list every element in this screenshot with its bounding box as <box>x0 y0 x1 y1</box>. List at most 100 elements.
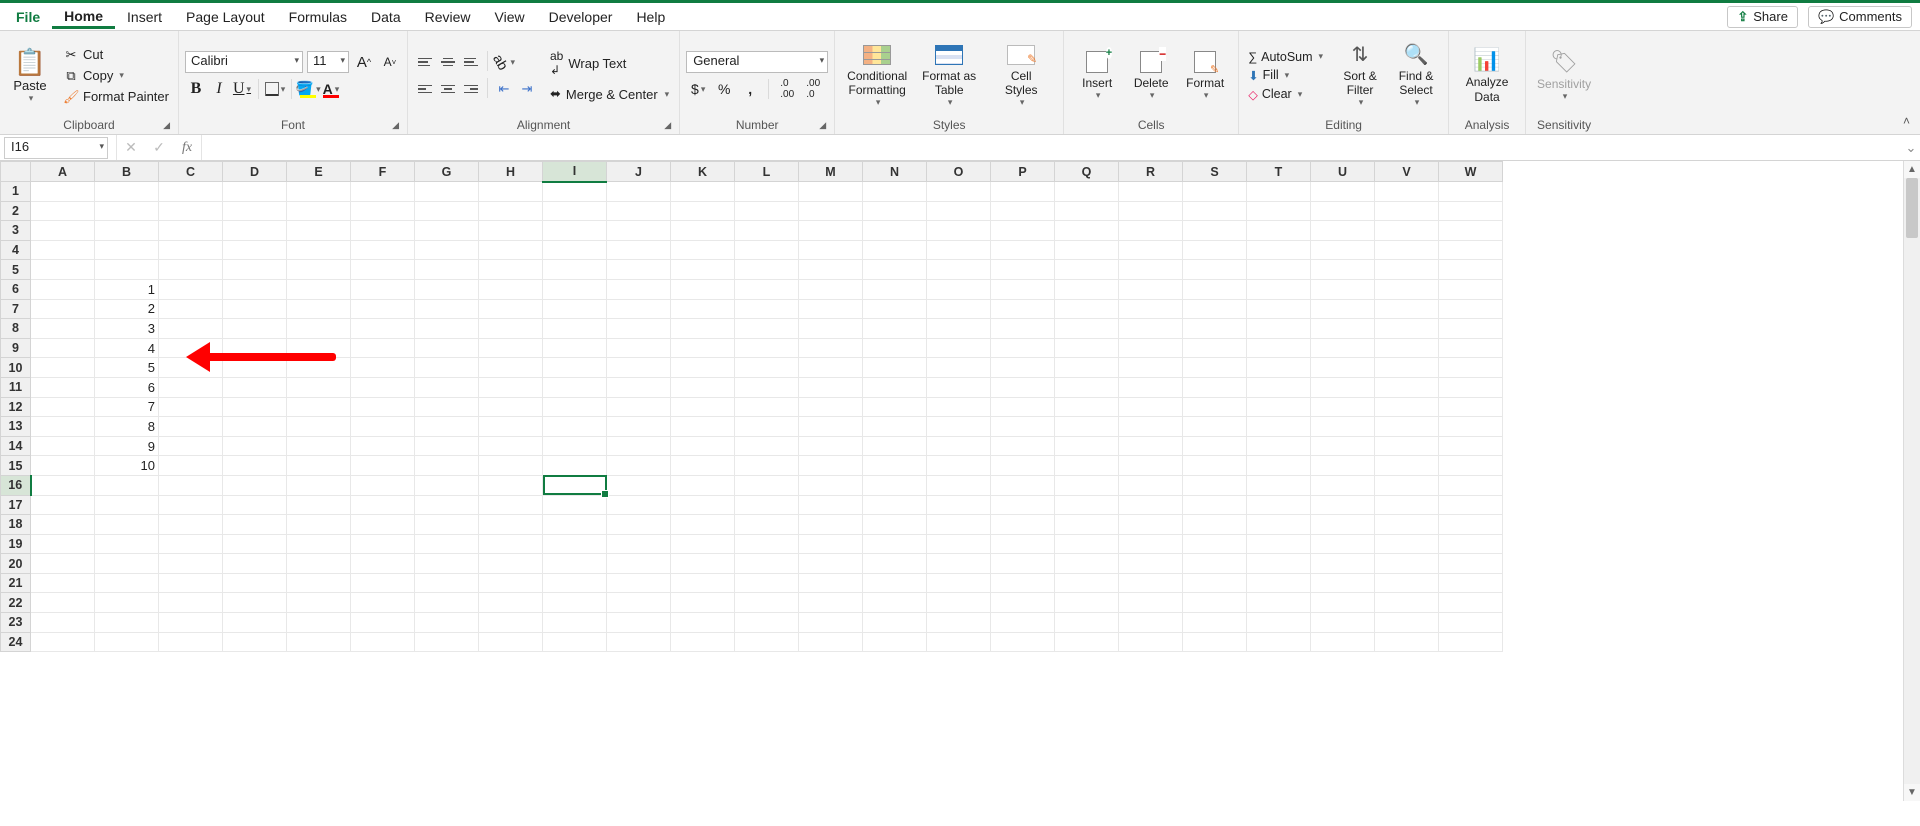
row-header-22[interactable]: 22 <box>1 593 31 613</box>
cell-U22[interactable] <box>1311 593 1375 613</box>
cell-S21[interactable] <box>1183 573 1247 593</box>
cell-T13[interactable] <box>1247 417 1311 437</box>
cell-S23[interactable] <box>1183 613 1247 633</box>
cell-J13[interactable] <box>607 417 671 437</box>
cell-W14[interactable] <box>1439 436 1503 456</box>
cell-H17[interactable] <box>479 495 543 515</box>
cell-W18[interactable] <box>1439 515 1503 535</box>
cell-B14[interactable]: 9 <box>95 436 159 456</box>
cell-R2[interactable] <box>1119 201 1183 221</box>
cell-S19[interactable] <box>1183 534 1247 554</box>
accounting-format-button[interactable]: $▾ <box>686 78 710 100</box>
cell-O21[interactable] <box>927 573 991 593</box>
row-header-4[interactable]: 4 <box>1 240 31 260</box>
cell-O1[interactable] <box>927 182 991 202</box>
cell-M9[interactable] <box>799 338 863 358</box>
cell-J15[interactable] <box>607 456 671 476</box>
cell-F13[interactable] <box>351 417 415 437</box>
cell-O16[interactable] <box>927 475 991 495</box>
cell-H24[interactable] <box>479 632 543 652</box>
cell-P2[interactable] <box>991 201 1055 221</box>
cell-E21[interactable] <box>287 573 351 593</box>
cell-H18[interactable] <box>479 515 543 535</box>
cell-D14[interactable] <box>223 436 287 456</box>
cell-E14[interactable] <box>287 436 351 456</box>
cell-C1[interactable] <box>159 182 223 202</box>
cell-K7[interactable] <box>671 299 735 319</box>
cell-C23[interactable] <box>159 613 223 633</box>
cell-W3[interactable] <box>1439 221 1503 241</box>
formula-input[interactable] <box>202 137 1902 159</box>
cell-K13[interactable] <box>671 417 735 437</box>
cell-A3[interactable] <box>31 221 95 241</box>
cell-styles-button[interactable]: CellStyles▾ <box>985 43 1057 109</box>
cell-R18[interactable] <box>1119 515 1183 535</box>
cell-B13[interactable]: 8 <box>95 417 159 437</box>
cell-H11[interactable] <box>479 377 543 397</box>
cell-Q22[interactable] <box>1055 593 1119 613</box>
cell-L19[interactable] <box>735 534 799 554</box>
cell-O14[interactable] <box>927 436 991 456</box>
comma-button[interactable]: , <box>738 78 762 100</box>
cell-K10[interactable] <box>671 358 735 378</box>
increase-indent-button[interactable]: ⇥ <box>516 78 538 100</box>
cell-A6[interactable] <box>31 279 95 299</box>
cell-P5[interactable] <box>991 260 1055 280</box>
cell-J12[interactable] <box>607 397 671 417</box>
format-cells-button[interactable]: Format▾ <box>1178 51 1232 101</box>
cell-D11[interactable] <box>223 377 287 397</box>
cell-K16[interactable] <box>671 475 735 495</box>
cell-L8[interactable] <box>735 319 799 339</box>
cell-H19[interactable] <box>479 534 543 554</box>
cell-W17[interactable] <box>1439 495 1503 515</box>
conditional-formatting-button[interactable]: ConditionalFormatting▾ <box>841 43 913 109</box>
cell-G16[interactable] <box>415 475 479 495</box>
cell-V13[interactable] <box>1375 417 1439 437</box>
cell-P17[interactable] <box>991 495 1055 515</box>
cell-H22[interactable] <box>479 593 543 613</box>
cell-B8[interactable]: 3 <box>95 319 159 339</box>
column-header-U[interactable]: U <box>1311 162 1375 182</box>
cell-O15[interactable] <box>927 456 991 476</box>
cell-K5[interactable] <box>671 260 735 280</box>
cell-A19[interactable] <box>31 534 95 554</box>
cell-O3[interactable] <box>927 221 991 241</box>
cell-J6[interactable] <box>607 279 671 299</box>
cell-W24[interactable] <box>1439 632 1503 652</box>
cell-T8[interactable] <box>1247 319 1311 339</box>
cell-F1[interactable] <box>351 182 415 202</box>
column-header-O[interactable]: O <box>927 162 991 182</box>
cell-B7[interactable]: 2 <box>95 299 159 319</box>
cell-O10[interactable] <box>927 358 991 378</box>
cell-I17[interactable] <box>543 495 607 515</box>
cell-I16[interactable] <box>543 475 607 495</box>
cell-W8[interactable] <box>1439 319 1503 339</box>
cell-M3[interactable] <box>799 221 863 241</box>
cell-G23[interactable] <box>415 613 479 633</box>
cell-N22[interactable] <box>863 593 927 613</box>
cell-V20[interactable] <box>1375 554 1439 574</box>
cell-H4[interactable] <box>479 240 543 260</box>
cell-G10[interactable] <box>415 358 479 378</box>
cell-R9[interactable] <box>1119 338 1183 358</box>
cut-button[interactable]: ✂Cut <box>60 46 172 64</box>
cell-R21[interactable] <box>1119 573 1183 593</box>
cell-T19[interactable] <box>1247 534 1311 554</box>
cell-L20[interactable] <box>735 554 799 574</box>
dialog-launcher-icon[interactable]: ◢ <box>819 120 826 131</box>
cell-Q21[interactable] <box>1055 573 1119 593</box>
cell-L1[interactable] <box>735 182 799 202</box>
cell-N21[interactable] <box>863 573 927 593</box>
cell-F23[interactable] <box>351 613 415 633</box>
cell-B20[interactable] <box>95 554 159 574</box>
cell-I19[interactable] <box>543 534 607 554</box>
cell-N16[interactable] <box>863 475 927 495</box>
cell-Q20[interactable] <box>1055 554 1119 574</box>
cell-G22[interactable] <box>415 593 479 613</box>
cell-J22[interactable] <box>607 593 671 613</box>
cell-T14[interactable] <box>1247 436 1311 456</box>
cell-M16[interactable] <box>799 475 863 495</box>
align-center-button[interactable] <box>437 78 459 100</box>
cell-L23[interactable] <box>735 613 799 633</box>
align-bottom-button[interactable] <box>460 51 482 73</box>
